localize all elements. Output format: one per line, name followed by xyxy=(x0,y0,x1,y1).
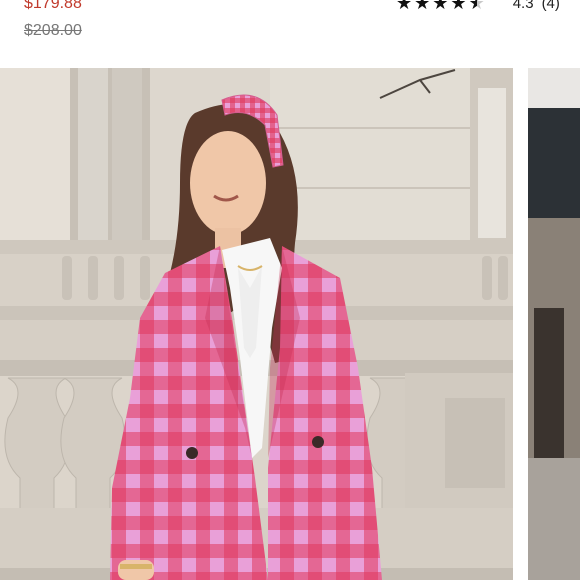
product-photo[interactable] xyxy=(0,68,513,580)
next-photo-illustration xyxy=(528,68,580,580)
star-icon: ★ xyxy=(432,0,449,13)
star-icon: ★ xyxy=(450,0,467,13)
rating[interactable]: ★ ★ ★ ★ ★ 4.3 (4) xyxy=(396,0,560,12)
star-rating: ★ ★ ★ ★ ★ xyxy=(396,0,485,12)
price-original: $208.00 xyxy=(24,22,82,39)
star-icon: ★ xyxy=(396,0,413,13)
rating-value: 4.3 xyxy=(512,0,534,12)
rating-count: (4) xyxy=(541,0,560,12)
next-product-photo[interactable] xyxy=(528,68,580,580)
product-photo-illustration xyxy=(0,68,513,580)
price-sale: $179.88 xyxy=(24,0,82,12)
star-icon: ★ xyxy=(414,0,431,13)
image-carousel[interactable] xyxy=(0,68,580,580)
half-star-icon: ★ xyxy=(469,0,485,12)
